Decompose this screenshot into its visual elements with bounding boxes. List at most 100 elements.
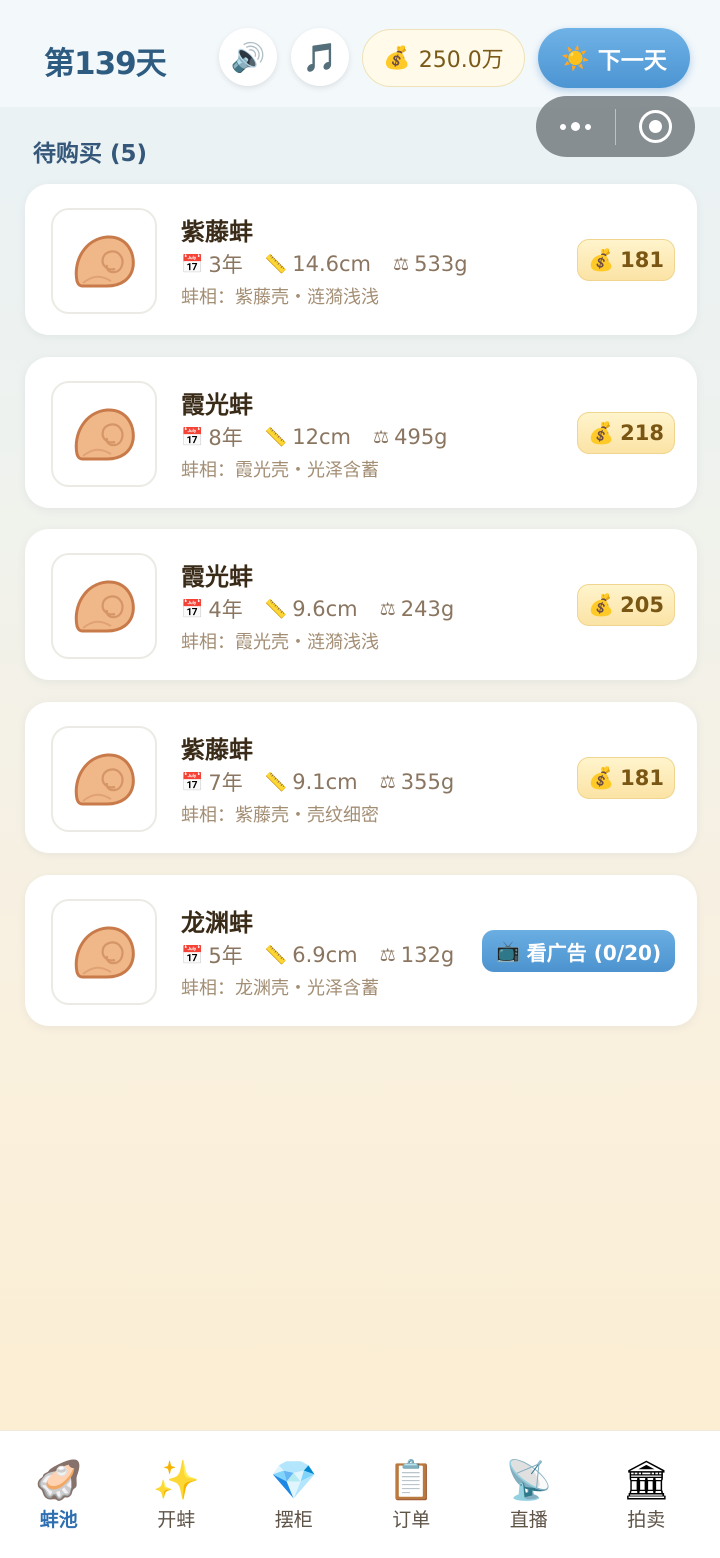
tab-auction[interactable]: 🏛 拍卖 xyxy=(588,1431,706,1558)
clam-traits: 蚌相：霞光壳・光泽含蓄 xyxy=(181,460,379,481)
clam-card[interactable]: 紫藤蚌 📅 7年 📏 9.1cm ⚖ 355g 蚌相：紫藤壳・壳纹细密 💰 18… xyxy=(25,702,697,853)
tab-label: 订单 xyxy=(392,1509,431,1531)
coin-amount: 250.0万 xyxy=(418,48,504,73)
clam-traits: 蚌相：霞光壳・涟漪浅浅 xyxy=(181,632,379,653)
more-dot-center xyxy=(571,122,580,131)
age-stat: 📅 7年 xyxy=(181,767,243,797)
age-value: 8年 xyxy=(208,426,243,450)
length-value: 9.6cm xyxy=(292,597,358,621)
clam-card[interactable]: 龙渊蚌 📅 5年 📏 6.9cm ⚖ 132g 蚌相：龙渊壳・光泽含蓄 📺 看广… xyxy=(25,875,697,1026)
length-value: 14.6cm xyxy=(292,252,371,276)
speaker-icon: 🔊 xyxy=(230,40,266,74)
weight-stat: ⚖ 243g xyxy=(380,597,455,621)
miniprogram-capsule xyxy=(536,96,695,157)
watch-ad-button[interactable]: 📺 看广告 (0/20) xyxy=(482,930,675,972)
money-bag-icon: 💰 xyxy=(588,247,615,272)
clam-icon xyxy=(74,580,135,633)
day-counter: 第139天 xyxy=(44,46,167,82)
scale-icon: ⚖ xyxy=(392,253,410,275)
length-stat: 📏 14.6cm xyxy=(265,252,371,276)
coin-balance: 💰 250.0万 xyxy=(362,29,525,87)
clam-icon xyxy=(74,235,135,288)
target-circle-icon xyxy=(639,110,672,143)
age-stat: 📅 5年 xyxy=(181,940,243,970)
ruler-icon: 📏 xyxy=(264,426,288,448)
clam-thumbnail xyxy=(51,726,157,832)
weight-value: 243g xyxy=(400,597,455,621)
weight-value: 355g xyxy=(400,770,455,794)
ad-label: 看广告 (0/20) xyxy=(526,940,662,965)
clam-name: 霞光蚌 xyxy=(181,563,253,591)
buy-price-button[interactable]: 💰 181 xyxy=(577,757,675,799)
ruler-icon: 📏 xyxy=(264,944,288,966)
music-toggle-button[interactable]: 🎵 xyxy=(291,28,349,86)
oyster-icon: 🦪 xyxy=(35,1458,83,1502)
age-stat: 📅 3年 xyxy=(181,249,243,279)
calendar-icon: 📅 xyxy=(181,426,204,448)
price-value: 205 xyxy=(620,593,664,617)
clam-name: 紫藤蚌 xyxy=(181,218,253,246)
age-value: 7年 xyxy=(208,771,243,795)
tab-label: 拍卖 xyxy=(627,1509,666,1531)
length-stat: 📏 9.6cm xyxy=(265,597,358,621)
weight-stat: ⚖ 132g xyxy=(380,943,455,967)
age-value: 4年 xyxy=(208,598,243,622)
clipboard-icon: 📋 xyxy=(387,1458,435,1502)
scale-icon: ⚖ xyxy=(379,944,396,966)
age-value: 5年 xyxy=(208,944,243,968)
money-bag-icon: 💰 xyxy=(588,765,615,790)
buy-price-button[interactable]: 💰 205 xyxy=(577,584,675,626)
price-value: 218 xyxy=(620,421,664,445)
clam-traits: 蚌相：紫藤壳・涟漪浅浅 xyxy=(181,287,379,308)
clam-card[interactable]: 紫藤蚌 📅 3年 📏 14.6cm ⚖ 533g 蚌相：紫藤壳・涟漪浅浅 💰 1… xyxy=(25,184,697,335)
tab-orders[interactable]: 📋 订单 xyxy=(353,1431,471,1558)
clam-card[interactable]: 霞光蚌 📅 8年 📏 12cm ⚖ 495g 蚌相：霞光壳・光泽含蓄 💰 218 xyxy=(25,357,697,508)
bank-building-icon: 🏛 xyxy=(622,1458,671,1502)
section-title: 待购买 (5) xyxy=(33,141,148,167)
next-day-label: 下一天 xyxy=(597,48,667,74)
calendar-icon: 📅 xyxy=(181,944,204,966)
weight-value: 533g xyxy=(414,252,468,276)
clam-stats: 📅 4年 📏 9.6cm ⚖ 243g xyxy=(181,595,476,623)
price-value: 181 xyxy=(620,766,664,790)
clam-stats: 📅 3年 📏 14.6cm ⚖ 533g xyxy=(181,250,490,278)
diamond-icon: 💎 xyxy=(270,1458,318,1502)
length-stat: 📏 6.9cm xyxy=(265,943,358,967)
bottom-tab-bar: 🦪 蚌池 ✨ 开蚌 💎 摆柜 📋 订单 📡 直播 🏛 拍卖 xyxy=(0,1430,720,1558)
money-bag-icon: 💰 xyxy=(588,420,615,445)
tab-label: 开蚌 xyxy=(157,1509,196,1531)
length-stat: 📏 12cm xyxy=(265,425,351,449)
buy-price-button[interactable]: 💰 181 xyxy=(577,239,675,281)
clam-thumbnail xyxy=(51,381,157,487)
clam-card[interactable]: 霞光蚌 📅 4年 📏 9.6cm ⚖ 243g 蚌相：霞光壳・涟漪浅浅 💰 20… xyxy=(25,529,697,680)
clam-name: 霞光蚌 xyxy=(181,391,253,419)
clam-stats: 📅 8年 📏 12cm ⚖ 495g xyxy=(181,423,470,451)
clam-name: 紫藤蚌 xyxy=(181,736,253,764)
clam-icon xyxy=(74,753,135,806)
weight-stat: ⚖ 495g xyxy=(373,425,448,449)
weight-value: 495g xyxy=(394,425,448,449)
calendar-icon: 📅 xyxy=(181,771,204,793)
tab-live[interactable]: 📡 直播 xyxy=(470,1431,588,1558)
scale-icon: ⚖ xyxy=(372,426,390,448)
buy-price-button[interactable]: 💰 218 xyxy=(577,412,675,454)
music-note-icon: 🎵 xyxy=(302,40,338,74)
age-stat: 📅 8年 xyxy=(181,422,243,452)
close-miniprogram-button[interactable] xyxy=(616,96,695,157)
tab-label: 摆柜 xyxy=(274,1509,313,1531)
length-stat: 📏 9.1cm xyxy=(265,770,358,794)
more-menu-button[interactable] xyxy=(536,96,615,157)
weight-stat: ⚖ 533g xyxy=(393,252,468,276)
calendar-icon: 📅 xyxy=(181,253,204,275)
age-value: 3年 xyxy=(208,253,243,277)
tab-display-cabinet[interactable]: 💎 摆柜 xyxy=(235,1431,353,1558)
tab-label: 直播 xyxy=(509,1509,548,1531)
scale-icon: ⚖ xyxy=(379,598,396,620)
clam-thumbnail xyxy=(51,553,157,659)
next-day-button[interactable]: ☀️ 下一天 xyxy=(538,28,690,88)
money-bag-icon: 💰 xyxy=(588,592,615,617)
sun-icon: ☀️ xyxy=(561,45,590,72)
tab-open-clam[interactable]: ✨ 开蚌 xyxy=(118,1431,236,1558)
tab-clam-pool[interactable]: 🦪 蚌池 xyxy=(0,1431,118,1558)
sound-toggle-button[interactable]: 🔊 xyxy=(219,28,277,86)
